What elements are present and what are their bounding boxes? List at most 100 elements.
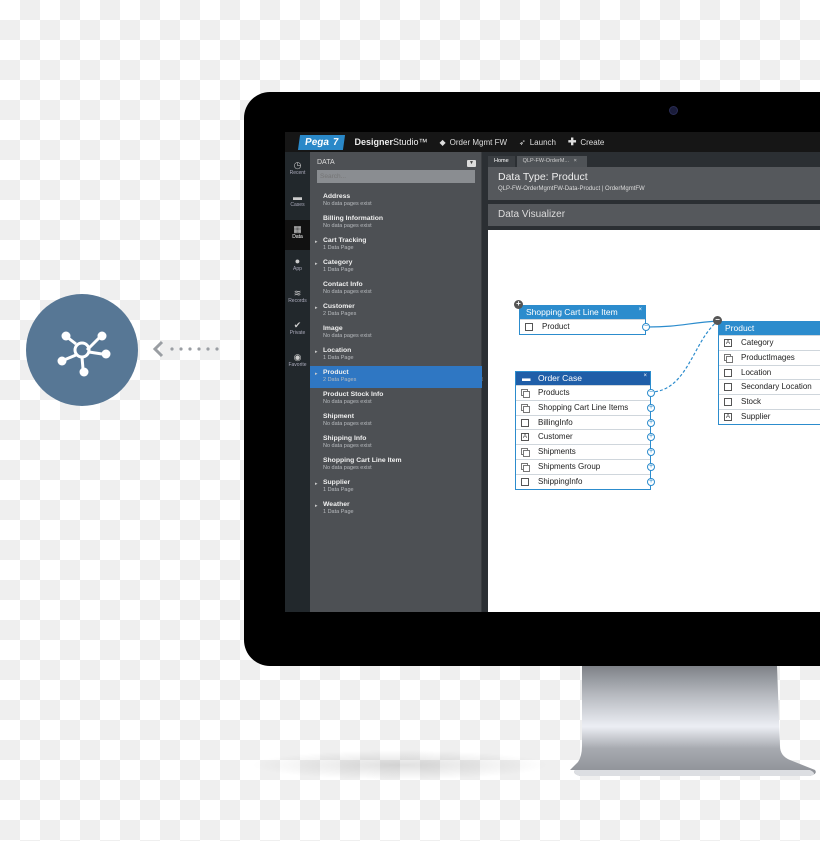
create-button[interactable]: ✚ Create <box>568 137 604 148</box>
data-type-item[interactable]: ▸ Cart Tracking 1 Data Page <box>310 234 482 256</box>
data-type-item[interactable]: ▸ Supplier 1 Data Page <box>310 476 482 498</box>
app-switcher-button[interactable]: ◆ Order Mgmt FW <box>440 138 508 147</box>
nav-favorite[interactable]: ◉ Favorite <box>285 348 310 378</box>
data-type-item[interactable]: Address No data pages exist <box>310 190 482 212</box>
collapse-relation-icon[interactable]: − <box>642 323 650 331</box>
data-page-count: 1 Data Page <box>323 245 354 251</box>
search-input[interactable] <box>317 170 475 183</box>
expand-arrow-icon[interactable]: ▸ <box>315 305 318 311</box>
rule-subtitle: QLP-FW-OrderMgmtFW-Data-Product | OrderM… <box>498 186 645 192</box>
expand-relation-icon[interactable]: + <box>647 462 655 471</box>
collapse-minus-icon[interactable]: − <box>713 316 722 325</box>
clock-icon: ◷ <box>293 160 302 170</box>
data-type-item[interactable]: Contact Info No data pages exist <box>310 278 482 300</box>
node-field-row[interactable]: A Supplier <box>719 408 820 424</box>
nav-private[interactable]: ✔ Private <box>285 316 310 346</box>
list-field-icon <box>521 448 530 458</box>
visualizer-header: Data Visualizer <box>488 204 820 226</box>
class-name-link[interactable]: QLP-FW-OrderMgmtFW-Data-Product <box>498 186 600 192</box>
designer-studio-label[interactable]: DesignerStudio™ <box>354 137 427 147</box>
nav-recent[interactable]: ◷ Recent <box>285 156 310 186</box>
expand-arrow-icon[interactable]: ▸ <box>315 481 318 487</box>
data-type-name: Supplier <box>323 479 351 486</box>
close-icon[interactable]: × <box>574 158 577 164</box>
node-field-row[interactable]: Shipments + <box>516 444 655 459</box>
data-page-count: No data pages exist <box>323 333 372 339</box>
data-type-name: Shopping Cart Line Item <box>323 457 402 464</box>
node-product[interactable]: Product A Category ProductImages Location Se… <box>718 321 820 425</box>
data-type-item[interactable]: ▸ Weather 1 Data Page <box>310 498 482 520</box>
node-field-row[interactable]: ProductImages <box>719 349 820 365</box>
expand-arrow-icon[interactable]: ▸ <box>315 349 318 355</box>
data-type-item[interactable]: Shopping Cart Line Item No data pages exi… <box>310 454 482 476</box>
data-type-item[interactable]: Billing Information No data pages exist <box>310 212 482 234</box>
nav-cases[interactable]: ▬ Cases <box>285 188 310 218</box>
nav-records[interactable]: ≋ Records <box>285 284 310 314</box>
expand-arrow-icon[interactable]: ▸ <box>315 503 318 509</box>
data-type-item[interactable]: ▸ Customer 2 Data Pages <box>310 300 482 322</box>
field-label: Shipments <box>538 447 576 457</box>
node-header[interactable]: Shopping Cart Line Item × <box>520 306 645 319</box>
group-field-icon <box>521 462 530 472</box>
nav-app[interactable]: ● App <box>285 252 310 282</box>
expand-arrow-icon[interactable]: ▸ <box>315 371 318 377</box>
node-field-row[interactable]: ShippingInfo + <box>516 473 655 489</box>
node-field-row[interactable]: A Customer + <box>516 429 655 444</box>
node-field-row[interactable]: BillingInfo + <box>516 414 655 430</box>
data-type-item[interactable]: ▸ Location 1 Data Page <box>310 344 482 366</box>
text-field-icon: A <box>724 412 732 421</box>
node-field-row[interactable]: Secondary Location <box>719 379 820 394</box>
close-icon[interactable]: × <box>638 304 642 317</box>
expand-relation-icon[interactable]: + <box>647 403 655 412</box>
data-type-item[interactable]: Shipment No data pages exist <box>310 410 482 432</box>
node-field-row[interactable]: Products − <box>516 385 655 400</box>
close-icon[interactable]: × <box>643 370 647 383</box>
node-header[interactable]: Product <box>719 322 820 335</box>
expand-arrow-icon[interactable]: ▸ <box>315 239 318 245</box>
node-field-row[interactable]: A Category <box>719 335 820 350</box>
visualizer-canvas[interactable]: Shopping Cart Line Item × Product − + ▬ O… <box>488 230 820 612</box>
panel-splitter-handle[interactable]: ⁞ <box>482 377 486 385</box>
node-header[interactable]: ▬ Order Case × <box>516 372 650 385</box>
node-shopping-cart-line-item[interactable]: Shopping Cart Line Item × Product − <box>519 305 650 335</box>
expand-plus-icon[interactable]: + <box>514 300 523 309</box>
node-field-row[interactable]: Product − <box>520 319 650 334</box>
node-field-row[interactable]: Location <box>719 364 820 380</box>
data-type-item[interactable]: ▸ Category 1 Data Page <box>310 256 482 278</box>
data-type-list: Address No data pages exist Billing Inform… <box>310 190 482 520</box>
expand-relation-icon[interactable]: + <box>647 418 655 427</box>
app-screen: Pega 7 DesignerStudio™ ◆ Order Mgmt FW ➶… <box>285 132 820 612</box>
list-field-icon <box>521 389 530 398</box>
chevron-down-icon[interactable]: ▼ <box>467 160 476 167</box>
ruleset-link[interactable]: OrderMgmtFW <box>605 186 645 192</box>
data-type-item[interactable]: Product Stock Info No data pages exist <box>310 388 482 410</box>
pega-logo[interactable]: Pega 7 <box>297 134 346 150</box>
data-type-name: Customer <box>323 303 355 310</box>
cube-icon: ◆ <box>439 137 446 147</box>
data-page-count: No data pages exist <box>323 465 372 471</box>
data-type-name: Billing Information <box>323 215 384 222</box>
data-page-count: 2 Data Pages <box>323 377 357 383</box>
node-field-row[interactable]: Shopping Cart Line Items + <box>516 399 655 415</box>
data-type-item[interactable]: Image No data pages exist <box>310 322 482 344</box>
single-field-icon <box>724 398 732 407</box>
tab-home[interactable]: Home <box>488 156 515 167</box>
top-bar: Pega 7 DesignerStudio™ ◆ Order Mgmt FW ➶… <box>285 132 820 152</box>
data-type-item[interactable]: Shipping Info No data pages exist <box>310 432 482 454</box>
data-type-item[interactable]: ▸ Product 2 Data Pages <box>310 366 482 388</box>
app-icon: ● <box>294 256 301 266</box>
launch-button[interactable]: ➶ Launch <box>519 138 556 147</box>
expand-relation-icon[interactable]: + <box>647 477 655 486</box>
data-type-name: Weather <box>323 501 350 508</box>
node-field-row[interactable]: Shipments Group + <box>516 458 655 474</box>
visualizer-title: Data Visualizer <box>498 209 566 220</box>
node-field-row[interactable]: Stock <box>719 394 820 409</box>
left-nav: ◷ Recent ▬ Cases ▦ Data ● App ≋ Records … <box>285 152 310 612</box>
node-order-case[interactable]: ▬ Order Case × Products − Shopping Cart Li… <box>515 371 655 490</box>
expand-arrow-icon[interactable]: ▸ <box>315 261 318 267</box>
network-hub-badge <box>26 294 138 406</box>
nav-data[interactable]: ▦ Data <box>285 220 310 250</box>
collapse-relation-icon[interactable]: − <box>647 389 655 397</box>
tab-data-type[interactable]: QLP-FW-OrderM... × <box>516 156 587 167</box>
tab-bar: Home QLP-FW-OrderM... × <box>488 156 587 167</box>
